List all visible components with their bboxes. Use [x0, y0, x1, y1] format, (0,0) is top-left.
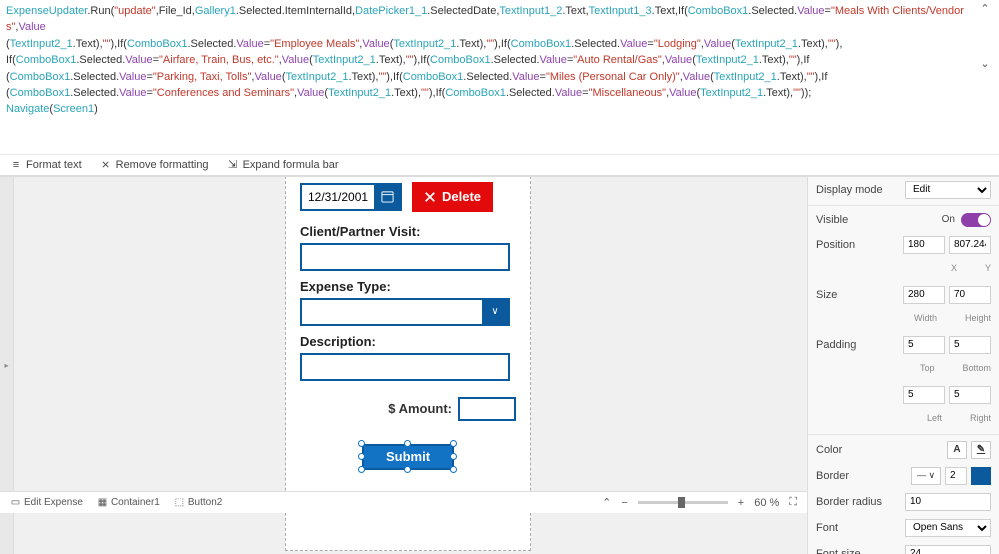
visible-state: On [942, 214, 955, 225]
breadcrumb-container-label: Container1 [111, 497, 160, 508]
position-label: Position [816, 239, 855, 251]
border-style-select[interactable]: — ∨ [911, 467, 941, 485]
close-icon [424, 191, 436, 203]
resize-handle-e[interactable] [450, 453, 457, 460]
top-sublabel: Top [920, 363, 935, 373]
submit-button-label: Submit [386, 449, 430, 464]
x-sublabel: X [951, 263, 957, 273]
breadcrumb-container[interactable]: ▦ Container1 [97, 497, 160, 508]
border-radius-input[interactable] [905, 493, 991, 511]
chevron-up-icon[interactable]: ⌃ [602, 496, 611, 509]
description-label: Description: [300, 334, 516, 349]
client-input[interactable] [300, 243, 510, 271]
resize-handle-s[interactable] [404, 466, 411, 473]
border-radius-label: Border radius [816, 496, 882, 508]
padding-right-input[interactable] [949, 386, 991, 404]
amount-input[interactable] [458, 397, 516, 421]
breadcrumb-button[interactable]: ⬚ Button2 [174, 497, 222, 508]
formula-toolbar: ≡ Format text ⨯ Remove formatting ⇲ Expa… [0, 154, 999, 176]
breadcrumb-screen[interactable]: ▭ Edit Expense [10, 497, 83, 508]
formula-collapse-down-icon[interactable]: ⌄ [980, 57, 989, 72]
font-size-label: Font size [816, 548, 861, 554]
screen-icon: ▭ [10, 497, 21, 508]
zoom-bar: ⌃ − + 60 % ⛶ [407, 491, 807, 513]
width-sublabel: Width [914, 313, 937, 323]
amount-label: $ Amount: [388, 401, 452, 416]
font-label: Font [816, 522, 838, 534]
client-label: Client/Partner Visit: [300, 224, 516, 239]
resize-handle-n[interactable] [404, 440, 411, 447]
border-label: Border [816, 470, 849, 482]
remove-formatting-label: Remove formatting [116, 159, 209, 171]
color-label: Color [816, 444, 842, 456]
border-width-input[interactable] [945, 467, 967, 485]
visible-toggle[interactable] [961, 213, 991, 227]
font-select[interactable]: Open Sans [905, 519, 991, 537]
zoom-slider[interactable] [638, 501, 728, 504]
font-color-button[interactable]: A [947, 441, 967, 459]
resize-handle-se[interactable] [450, 466, 457, 473]
bottom-sublabel: Bottom [962, 363, 991, 373]
remove-formatting-button[interactable]: ⨯ Remove formatting [100, 159, 209, 171]
date-picker[interactable] [300, 183, 402, 211]
format-text-button[interactable]: ≡ Format text [10, 159, 82, 171]
remove-formatting-icon: ⨯ [100, 159, 112, 171]
formula-collapse-up-icon[interactable]: ⌃ [980, 2, 989, 17]
height-input[interactable] [949, 286, 991, 304]
border-color-swatch[interactable] [971, 467, 991, 485]
formula-bar[interactable]: ExpenseUpdater.Run("update",File_Id,Gall… [0, 0, 999, 154]
format-text-label: Format text [26, 159, 82, 171]
position-y-input[interactable] [949, 236, 991, 254]
chevron-down-icon[interactable]: ∨ [482, 300, 508, 324]
resize-handle-nw[interactable] [358, 440, 365, 447]
delete-button-label: Delete [442, 189, 481, 204]
fit-to-window-button[interactable]: ⛶ [789, 496, 797, 509]
right-sublabel: Right [970, 413, 991, 423]
padding-top-input[interactable] [903, 336, 945, 354]
height-sublabel: Height [965, 313, 991, 323]
zoom-out-button[interactable]: − [621, 497, 627, 509]
width-input[interactable] [903, 286, 945, 304]
format-text-icon: ≡ [10, 159, 22, 171]
resize-handle-sw[interactable] [358, 466, 365, 473]
padding-bottom-input[interactable] [949, 336, 991, 354]
display-mode-label: Display mode [816, 184, 883, 196]
padding-left-input[interactable] [903, 386, 945, 404]
breadcrumb-button-label: Button2 [188, 497, 222, 508]
expense-type-label: Expense Type: [300, 279, 516, 294]
description-input[interactable] [300, 353, 510, 381]
expand-formula-bar-button[interactable]: ⇲ Expand formula bar [227, 159, 339, 171]
zoom-in-button[interactable]: + [738, 497, 744, 509]
delete-button[interactable]: Delete [412, 182, 493, 212]
y-sublabel: Y [985, 263, 991, 273]
font-size-input[interactable] [905, 545, 991, 554]
container-icon: ▦ [97, 497, 108, 508]
zoom-thumb[interactable] [678, 497, 685, 508]
expand-formula-label: Expand formula bar [243, 159, 339, 171]
expand-icon: ⇲ [227, 159, 239, 171]
resize-handle-w[interactable] [358, 453, 365, 460]
fill-color-button[interactable]: ✎ [971, 441, 991, 459]
display-mode-select[interactable]: Edit [905, 181, 991, 199]
date-input[interactable] [302, 185, 374, 209]
visible-label: Visible [816, 214, 848, 226]
calendar-icon[interactable] [374, 185, 400, 209]
properties-panel: Display mode Edit Visible On Position X Y… [807, 177, 999, 554]
breadcrumb-screen-label: Edit Expense [24, 497, 83, 508]
left-sublabel: Left [927, 413, 942, 423]
resize-handle-ne[interactable] [450, 440, 457, 447]
button-icon: ⬚ [174, 497, 185, 508]
size-label: Size [816, 289, 837, 301]
expense-type-combobox[interactable]: ∨ [300, 298, 510, 326]
padding-label: Padding [816, 339, 856, 351]
zoom-value: 60 % [754, 497, 779, 509]
position-x-input[interactable] [903, 236, 945, 254]
